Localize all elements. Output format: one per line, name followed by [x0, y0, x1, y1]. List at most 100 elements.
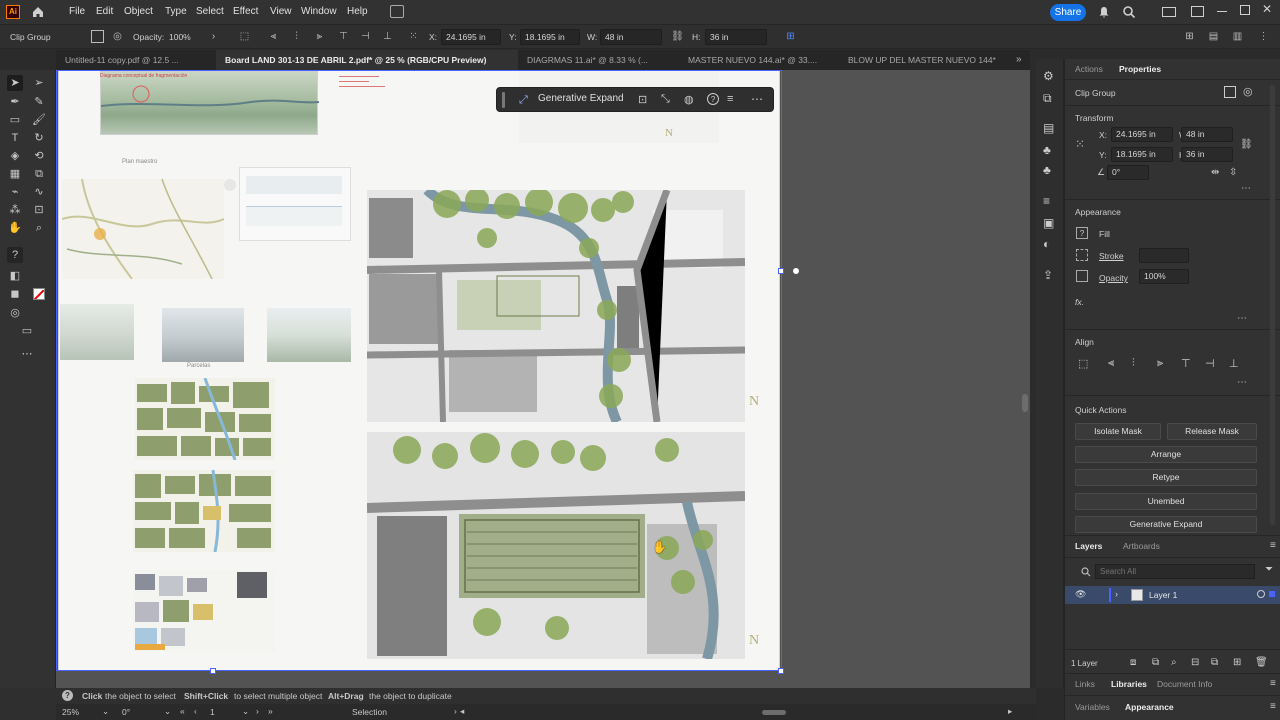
artboard-tool-icon[interactable]: ⊡ — [31, 202, 47, 218]
align-more-icon[interactable]: ⋯ — [1237, 377, 1247, 388]
minimize-icon[interactable] — [1217, 11, 1227, 12]
prev-artboard-single-icon[interactable]: ‹ — [194, 706, 197, 716]
share-button[interactable]: Share — [1050, 4, 1086, 21]
chevron-right-icon[interactable]: › — [207, 30, 220, 43]
align-right-icon[interactable]: ⫸ — [313, 30, 326, 43]
workspace-icon[interactable] — [390, 5, 404, 18]
stroke-weight-field[interactable] — [1139, 248, 1189, 263]
color-mode-icon[interactable]: ◼ — [7, 286, 23, 302]
canvas[interactable]: Diagrama conceptual de fragmentación Pla… — [56, 70, 1030, 688]
symbols-panel-icon[interactable]: ♣ — [1043, 163, 1051, 177]
release-mask-button[interactable]: Release Mask — [1167, 423, 1257, 440]
generative-expand-button[interactable]: Generative Expand — [538, 93, 624, 104]
h-field[interactable]: 36 in — [705, 29, 767, 45]
align-to-icon[interactable]: ⬚ — [238, 30, 251, 43]
appearance-panel-icon[interactable]: ◐ — [1043, 237, 1050, 251]
menu-icon[interactable]: ≡ — [727, 93, 733, 105]
y-field[interactable]: 18.1695 in — [520, 29, 580, 45]
menu-window[interactable]: Window — [301, 6, 337, 17]
menu-view[interactable]: View — [270, 6, 292, 17]
visibility-eye-icon[interactable]: 👁 — [1075, 589, 1086, 600]
menu-edit[interactable]: Edit — [96, 6, 113, 17]
zoom-select[interactable]: 25% ⌄ — [56, 705, 112, 719]
recolor-icon[interactable]: ◎ — [111, 30, 124, 43]
search-icon[interactable] — [1122, 5, 1136, 19]
selection-handle-bottom[interactable] — [210, 668, 216, 674]
rotate-angle-field[interactable]: 0° — [1107, 165, 1149, 180]
next-artboard-single-icon[interactable]: › — [256, 706, 259, 716]
constrain-link-icon[interactable]: ⛓ — [671, 30, 684, 43]
brushes-panel-icon[interactable]: ♣ — [1043, 143, 1051, 157]
isolate-mask-button[interactable]: Isolate Mask — [1075, 423, 1161, 440]
crop-icon[interactable]: ⊡ — [638, 93, 647, 106]
panel-toggle-2-icon[interactable]: ▥ — [1231, 30, 1244, 43]
fx-label[interactable]: fx. — [1075, 297, 1084, 307]
flip-vertical-icon[interactable]: ⇳ — [1229, 167, 1237, 178]
panel-toggle-icon[interactable]: ▤ — [1207, 30, 1220, 43]
home-icon[interactable] — [31, 5, 45, 19]
align-middle-icon[interactable]: ⊣ — [359, 30, 372, 43]
bell-icon[interactable] — [1097, 5, 1111, 19]
vertical-scrollbar[interactable] — [1022, 394, 1028, 412]
prev-artboard-icon[interactable]: « — [180, 706, 185, 716]
layer-name[interactable]: Layer 1 — [1149, 590, 1177, 600]
flip-horizontal-icon[interactable]: ⇹ — [1211, 167, 1219, 178]
tab-artboards[interactable]: Artboards — [1123, 541, 1160, 551]
draw-mode-icon[interactable]: ◎ — [7, 305, 23, 321]
gradient-tool-icon[interactable]: ▦ — [7, 166, 23, 182]
direct-selection-tool-icon[interactable]: ➢ — [31, 75, 47, 91]
layer-row[interactable]: 👁 › Layer 1 — [1065, 586, 1280, 604]
rotate-tool-icon[interactable]: ↻ — [31, 130, 47, 146]
menu-type[interactable]: Type — [165, 6, 187, 17]
expand-arrows-icon[interactable]: ⤡ — [661, 93, 670, 106]
align-center-icon[interactable]: ⫶ — [290, 30, 303, 43]
tab-libraries[interactable]: Libraries — [1111, 679, 1147, 689]
menu-object[interactable]: Object — [124, 6, 153, 17]
tab-links[interactable]: Links — [1075, 679, 1095, 689]
reference-point-icon[interactable]: ⁙ — [1075, 137, 1085, 151]
stroke-panel-icon[interactable]: ≡ — [1043, 194, 1050, 208]
menu-select[interactable]: Select — [196, 6, 224, 17]
stroke-label[interactable]: Stroke — [1099, 251, 1124, 261]
pen-tool-icon[interactable]: ✒ — [7, 94, 23, 110]
constrain-link-icon[interactable]: ⛓ — [1240, 139, 1253, 150]
help-icon[interactable]: ? — [707, 93, 719, 105]
grid-icon[interactable] — [1162, 7, 1176, 17]
collect-export-icon[interactable]: ⧈ — [1130, 657, 1136, 668]
align-right-icon[interactable]: ⫸ — [1157, 357, 1163, 370]
next-artboard-icon[interactable]: » — [268, 706, 273, 716]
paintbrush-tool-icon[interactable]: 🖌 — [31, 112, 47, 128]
eyedropper-tool-icon[interactable]: ⌁ — [7, 184, 23, 200]
transform-h-field[interactable]: 36 in — [1181, 147, 1233, 162]
opacity-label[interactable]: Opacity — [1099, 273, 1128, 283]
shape-builder-tool-icon[interactable]: ⧉ — [31, 166, 47, 182]
tab-board-land[interactable]: Board LAND 301-13 DE ABRIL 2.pdf* @ 25 %… — [216, 50, 518, 70]
opacity-field[interactable]: 100% — [1139, 269, 1189, 284]
appearance-more-icon[interactable]: ⋯ — [1237, 313, 1247, 324]
menu-effect[interactable]: Effect — [233, 6, 258, 17]
clip-group-icon[interactable] — [91, 30, 104, 43]
x-field[interactable]: 24.1695 in — [441, 29, 501, 45]
opacity-swatch-icon[interactable] — [1076, 270, 1088, 282]
curvature-tool-icon[interactable]: ✎ — [31, 94, 47, 110]
align-top-icon[interactable]: ⊤ — [1181, 357, 1191, 370]
horizontal-scrollbar[interactable] — [762, 710, 786, 715]
warp-tool-icon[interactable]: ⟲ — [31, 148, 47, 164]
transform-w-field[interactable]: 48 in — [1181, 127, 1233, 142]
none-color-icon[interactable] — [33, 288, 45, 300]
hand-tool-icon[interactable]: ✋ — [7, 220, 23, 236]
tab-master-nuevo[interactable]: MASTER NUEVO 144.ai* @ 33.... — [679, 50, 839, 70]
rotation-select[interactable]: 0° ⌄ — [118, 705, 174, 719]
tab-layers[interactable]: Layers — [1075, 541, 1102, 551]
align-left-icon[interactable]: ⫷ — [1108, 357, 1114, 370]
eraser-tool-icon[interactable]: ◈ — [7, 148, 23, 164]
delete-layer-icon[interactable]: 🗑 — [1255, 657, 1268, 668]
opacity-value[interactable]: 100% — [169, 32, 191, 42]
tab-untitled-11[interactable]: Untitled-11 copy.pdf @ 12.5 ... — [56, 50, 216, 70]
fill-swatch-icon[interactable]: ? — [1076, 227, 1088, 239]
retype-button[interactable]: Retype — [1075, 469, 1257, 486]
libraries-panel-icon[interactable]: ▤ — [1043, 121, 1054, 135]
type-tool-icon[interactable]: T — [7, 130, 23, 146]
status-menu-arrow-icon[interactable]: › — [454, 706, 457, 716]
selection-indicator[interactable] — [1269, 591, 1275, 597]
